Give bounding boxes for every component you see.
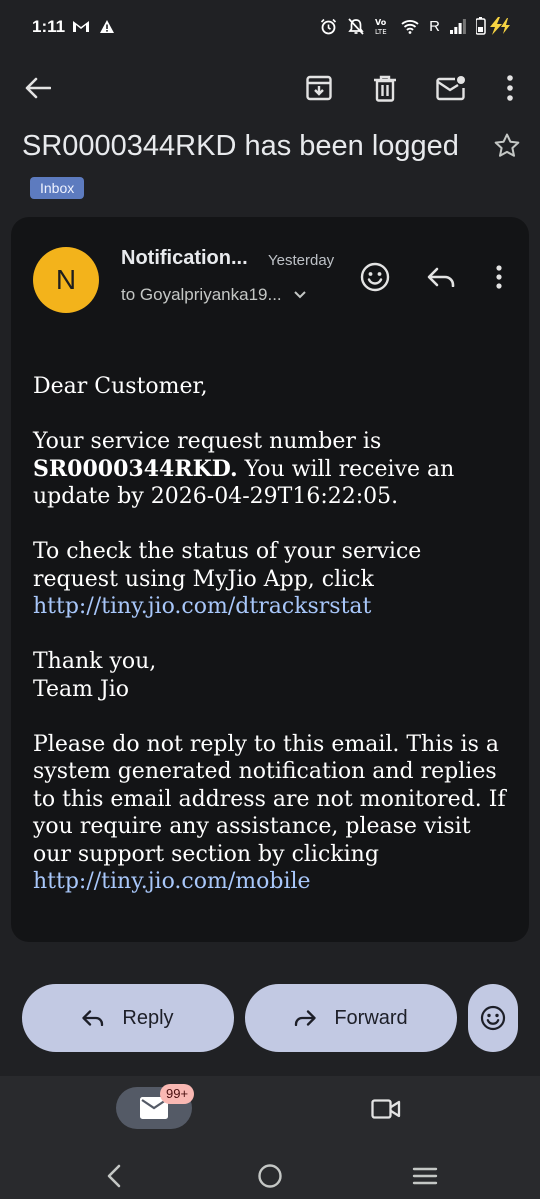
add-reaction-button[interactable] (355, 257, 395, 297)
carrier-label: R (429, 17, 440, 35)
wifi-icon (401, 19, 419, 34)
para3-text: Please do not reply to this email. This … (33, 731, 506, 867)
meet-tab[interactable] (366, 1091, 406, 1127)
emoji-icon (360, 262, 390, 292)
delete-button[interactable] (361, 64, 409, 112)
emoji-icon (480, 1005, 506, 1031)
forward-button[interactable]: Forward (245, 984, 457, 1052)
sr-number: SR0000344RKD. (33, 455, 238, 482)
body-paragraph-2: To check the status of your service requ… (33, 538, 513, 621)
delete-icon (374, 75, 396, 102)
chevron-down-icon (293, 291, 306, 299)
sender-name[interactable]: Notification... (121, 247, 248, 270)
unread-count-badge: 99+ (160, 1084, 195, 1104)
reply-icon (82, 1010, 104, 1026)
reply-inline-button[interactable] (421, 257, 461, 297)
system-recents-icon (412, 1167, 438, 1185)
support-link[interactable]: http://tiny.jio.com/mobile (33, 869, 311, 894)
email-subject: SR0000344RKD has been logged Inbox (22, 124, 482, 212)
svg-text:Vo: Vo (375, 18, 387, 27)
system-recents-button[interactable] (397, 1156, 453, 1196)
warning-icon (100, 19, 114, 33)
mark-unread-icon (436, 76, 465, 101)
more-options-button[interactable] (486, 64, 534, 112)
signoff-line-2: Team Jio (33, 676, 130, 702)
forward-label: Forward (334, 1006, 408, 1029)
volte-icon: Vo LTE (375, 17, 391, 35)
bottom-navigation: 99+ (0, 1076, 540, 1199)
more-vert-icon (496, 265, 502, 289)
system-home-icon (258, 1164, 282, 1188)
message-more-button[interactable] (485, 257, 513, 297)
signoff-line-1: Thank you, (33, 649, 157, 674)
emoji-reaction-button[interactable] (468, 984, 518, 1052)
back-arrow-icon (25, 77, 51, 99)
message-card: N Notification... Yesterday to Goyalpriy… (11, 217, 529, 942)
label-chip-inbox[interactable]: Inbox (30, 177, 85, 200)
alarm-icon (320, 18, 337, 35)
status-bar: 1:11 Vo LTE R (0, 0, 540, 58)
recipient-text: to Goyalpriyanka19... (121, 285, 282, 304)
reply-icon (427, 267, 455, 287)
more-vert-icon (507, 75, 513, 101)
battery-charging-icon (476, 17, 512, 35)
reply-button[interactable]: Reply (22, 984, 234, 1052)
body-paragraph-3: Please do not reply to this email. This … (33, 731, 513, 896)
recipient-details-toggle[interactable]: to Goyalpriyanka19... (121, 285, 306, 305)
back-button[interactable] (14, 64, 62, 112)
body-greeting: Dear Customer, (33, 374, 208, 399)
email-body: Dear Customer, Your service request numb… (33, 373, 513, 923)
mute-icon (347, 17, 365, 35)
subject-text: SR0000344RKD has been logged (22, 130, 459, 162)
para1-prefix: Your service request number is (33, 429, 382, 454)
star-icon (494, 133, 520, 157)
status-left-icons (72, 19, 114, 33)
body-paragraph-1: Your service request number is SR0000344… (33, 428, 513, 511)
star-button[interactable] (490, 128, 524, 162)
system-back-button[interactable] (86, 1156, 142, 1196)
system-back-icon (107, 1164, 121, 1188)
message-time: Yesterday (268, 252, 335, 269)
archive-button[interactable] (295, 64, 343, 112)
status-right-icons: Vo LTE R (320, 17, 512, 35)
status-link[interactable]: http://tiny.jio.com/dtracksrstat (33, 594, 371, 619)
reply-label: Reply (122, 1006, 174, 1029)
gmail-icon (72, 19, 90, 33)
status-time: 1:11 (32, 17, 66, 36)
body-signoff: Thank you, Team Jio (33, 648, 513, 703)
sender-avatar[interactable]: N (33, 247, 99, 313)
signal-icon (450, 18, 466, 34)
svg-text:LTE: LTE (375, 28, 387, 35)
mark-unread-button[interactable] (427, 64, 475, 112)
para2-text: To check the status of your service requ… (33, 539, 422, 592)
forward-icon (295, 1010, 316, 1026)
system-home-button[interactable] (242, 1156, 298, 1196)
video-camera-icon (371, 1099, 401, 1119)
archive-icon (306, 75, 332, 101)
